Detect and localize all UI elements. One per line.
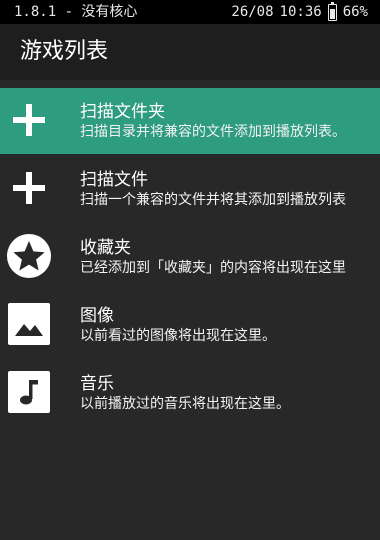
list-item-title: 扫描文件 (80, 170, 148, 190)
list-item-scan-file[interactable]: 扫描文件 扫描一个兼容的文件并将其添加到播放列表 (0, 156, 380, 222)
music-note-icon (6, 369, 52, 415)
list-item-subtitle: 已经添加到「收藏夹」的内容将出现在这里 (80, 260, 346, 276)
status-battery-percent: 66% (342, 4, 368, 20)
page-title: 游戏列表 (20, 39, 109, 64)
status-date: 26/08 (231, 4, 274, 20)
plus-icon (6, 97, 52, 143)
screen: 1.8.1 - 没有核心 26/08 10:36 66% 游戏列表 扫描文件夹 … (0, 0, 380, 540)
list-item-text: 收藏夹 已经添加到「收藏夹」的内容将出现在这里 (80, 237, 346, 277)
plus-icon (6, 165, 52, 211)
list-item-text: 扫描文件 扫描一个兼容的文件并将其添加到播放列表 (80, 169, 346, 209)
list-item-scan-folder[interactable]: 扫描文件夹 扫描目录并将兼容的文件添加到播放列表。 (0, 88, 380, 154)
status-right-group: 26/08 10:36 66% (231, 0, 368, 24)
list-item-title: 图像 (80, 306, 114, 326)
list-item-favorites[interactable]: 收藏夹 已经添加到「收藏夹」的内容将出现在这里 (0, 224, 380, 290)
image-icon (6, 301, 52, 347)
list-item-subtitle: 以前看过的图像将出现在这里。 (80, 328, 276, 344)
list-item-images[interactable]: 图像 以前看过的图像将出现在这里。 (0, 292, 380, 358)
list-item-subtitle: 扫描一个兼容的文件并将其添加到播放列表 (80, 192, 346, 208)
list-item-subtitle: 以前播放过的音乐将出现在这里。 (80, 396, 290, 412)
battery-icon (327, 2, 337, 21)
status-bar: 1.8.1 - 没有核心 26/08 10:36 66% (0, 0, 380, 24)
list-item-title: 收藏夹 (80, 238, 131, 258)
list-item-text: 扫描文件夹 扫描目录并将兼容的文件添加到播放列表。 (80, 101, 346, 141)
status-version-text: 1.8.1 - 没有核心 (14, 4, 138, 20)
list-item-subtitle: 扫描目录并将兼容的文件添加到播放列表。 (80, 124, 346, 140)
header: 游戏列表 (0, 24, 380, 80)
list-item-text: 图像 以前看过的图像将出现在这里。 (80, 305, 276, 345)
list-item-title: 扫描文件夹 (80, 102, 165, 122)
list-item-music[interactable]: 音乐 以前播放过的音乐将出现在这里。 (0, 360, 380, 426)
list-item-title: 音乐 (80, 374, 114, 394)
star-icon (6, 233, 52, 279)
menu-list: 扫描文件夹 扫描目录并将兼容的文件添加到播放列表。 扫描文件 扫描一个兼容的文件… (0, 88, 380, 428)
status-time: 10:36 (279, 4, 322, 20)
list-item-text: 音乐 以前播放过的音乐将出现在这里。 (80, 373, 290, 413)
